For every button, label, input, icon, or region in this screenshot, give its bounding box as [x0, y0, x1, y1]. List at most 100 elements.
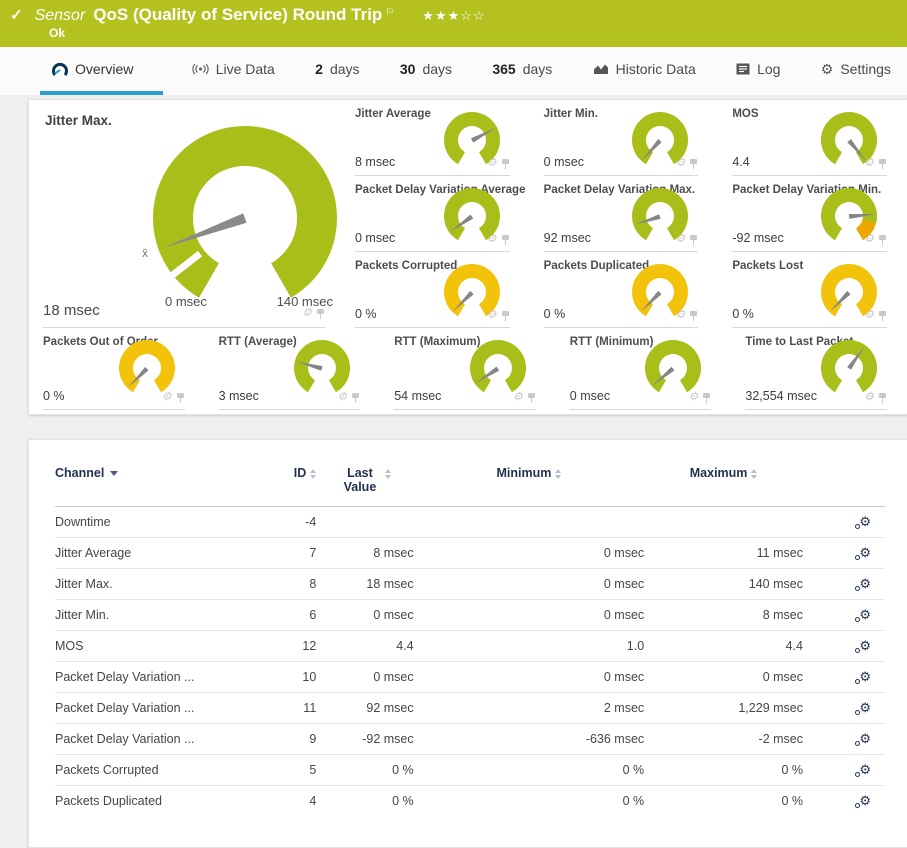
gauge-settings-gear-icon[interactable]: ⚙	[513, 392, 523, 403]
gauge-settings-gear-icon[interactable]: ⚙	[337, 392, 347, 403]
tab-settings[interactable]: ⚙ Settings	[809, 47, 903, 95]
gauge-value: 0 msec	[570, 389, 610, 403]
gauge-settings-gear-icon[interactable]: ⚙	[864, 392, 874, 403]
gauge-value: 18 msec	[43, 302, 100, 319]
gauge-cell-time-to-last-packet: Time to Last Packet 32,554 msec ⚙	[731, 328, 907, 410]
sort-icon	[751, 469, 757, 479]
pushpin-icon[interactable]	[878, 158, 887, 169]
gauge-settings-gear-icon[interactable]: ⚙	[675, 158, 685, 169]
pushpin-icon[interactable]	[176, 392, 185, 403]
pushpin-icon[interactable]	[878, 392, 887, 403]
table-row-packets-corrupted: Packets Corrupted 5 0 % 0 % 0 % ⚙	[55, 755, 885, 786]
channel-name[interactable]: Jitter Min.	[55, 600, 245, 631]
gauge-settings-gear-icon[interactable]: ⚙	[302, 308, 312, 319]
gauge-title: Packets Lost	[718, 252, 907, 272]
tab-log[interactable]: Log	[724, 47, 792, 95]
channel-settings-icon[interactable]: ⚙	[859, 731, 871, 747]
column-header-label: ID	[294, 466, 307, 480]
channel-name[interactable]: Jitter Max.	[55, 569, 245, 600]
channel-settings-icon[interactable]: ⚙	[859, 793, 871, 809]
flag-icon[interactable]: ⚐	[385, 7, 394, 18]
gauge-cell-mos: MOS 4.4 ⚙	[718, 100, 907, 176]
gauge-settings-gear-icon[interactable]: ⚙	[864, 158, 874, 169]
gauge-title: Jitter Min.	[530, 100, 719, 120]
column-header-last-value[interactable]: Last Value	[316, 454, 413, 507]
column-header-minimum[interactable]: Minimum	[414, 454, 645, 507]
tab-live-data[interactable]: Live Data	[180, 47, 287, 95]
gauge-value: 3 msec	[219, 389, 259, 403]
channel-table-panel: Channel ID Last Value Minimum Maximum	[28, 439, 907, 848]
gauge-cell-jitter-min: Jitter Min. 0 msec ⚙	[530, 100, 719, 176]
gauge-value: 8 msec	[355, 155, 395, 169]
gauge-settings-gear-icon[interactable]: ⚙	[162, 392, 172, 403]
table-row-jitter-max: Jitter Max. 8 18 msec 0 msec 140 msec ⚙	[55, 569, 885, 600]
channel-name[interactable]: Packets Duplicated	[55, 786, 245, 817]
pushpin-icon[interactable]	[689, 234, 698, 245]
pushpin-icon[interactable]	[689, 310, 698, 321]
channel-id: 11	[245, 693, 317, 724]
channel-minimum: 0 msec	[414, 538, 645, 569]
channel-settings-icon[interactable]: ⚙	[859, 607, 871, 623]
channel-settings-icon[interactable]: ⚙	[859, 700, 871, 716]
pushpin-icon[interactable]	[351, 392, 360, 403]
broadcast-icon	[192, 63, 209, 75]
gauge-settings-gear-icon[interactable]: ⚙	[487, 234, 497, 245]
tab-bar: Overview Live Data 2 days 30 days 365 da…	[0, 47, 907, 95]
channel-name[interactable]: Packet Delay Variation ...	[55, 693, 245, 724]
gauge-title: Packet Delay Variation Min.	[718, 176, 907, 196]
tab-overview[interactable]: Overview	[40, 47, 163, 95]
channel-name[interactable]: Packets Corrupted	[55, 755, 245, 786]
pushpin-icon[interactable]	[316, 308, 325, 319]
gauge-hole	[484, 354, 512, 382]
pushpin-icon[interactable]	[878, 234, 887, 245]
gauge-settings-gear-icon[interactable]: ⚙	[487, 158, 497, 169]
tab-30-days[interactable]: 30 days	[388, 47, 464, 95]
pushpin-icon[interactable]	[878, 310, 887, 321]
tab-label: Live Data	[216, 61, 275, 77]
pushpin-icon[interactable]	[501, 234, 510, 245]
gauge-settings-gear-icon[interactable]: ⚙	[675, 234, 685, 245]
tab-365-days[interactable]: 365 days	[480, 47, 564, 95]
pushpin-icon[interactable]	[501, 158, 510, 169]
tab-2-days[interactable]: 2 days	[303, 47, 371, 95]
gauge-title: Jitter Max.	[29, 100, 341, 128]
status-badge: Ok	[49, 26, 897, 40]
pushpin-icon[interactable]	[702, 392, 711, 403]
table-row-pdv-min: Packet Delay Variation ... 9 -92 msec -6…	[55, 724, 885, 755]
channel-settings-icon[interactable]: ⚙	[859, 762, 871, 778]
channel-maximum: 0 %	[644, 786, 803, 817]
channel-maximum: 11 msec	[644, 538, 803, 569]
channel-name[interactable]: MOS	[55, 631, 245, 662]
gauge	[821, 340, 877, 396]
channel-settings-icon[interactable]: ⚙	[859, 576, 871, 592]
channel-settings-icon[interactable]: ⚙	[859, 669, 871, 685]
gear-icon: ⚙	[821, 61, 834, 78]
gauge-settings-gear-icon[interactable]: ⚙	[864, 234, 874, 245]
pushpin-icon[interactable]	[689, 158, 698, 169]
gauge-settings-gear-icon[interactable]: ⚙	[487, 310, 497, 321]
channel-settings-icon[interactable]: ⚙	[859, 638, 871, 654]
channel-id: 7	[245, 538, 317, 569]
gauge-hole	[308, 354, 336, 382]
pushpin-icon[interactable]	[527, 392, 536, 403]
column-header-settings	[803, 454, 885, 507]
channel-settings-icon[interactable]: ⚙	[859, 545, 871, 561]
gauge-settings-gear-icon[interactable]: ⚙	[689, 392, 699, 403]
priority-stars[interactable]: ★★★☆☆	[422, 8, 485, 24]
column-header-id[interactable]: ID	[245, 454, 317, 507]
tab-historic-data[interactable]: Historic Data	[581, 47, 708, 95]
channel-name[interactable]: Downtime	[55, 507, 245, 538]
channel-name[interactable]: Jitter Average	[55, 538, 245, 569]
gauge-value: 0 msec	[355, 231, 395, 245]
gauge-settings-gear-icon[interactable]: ⚙	[864, 310, 874, 321]
channel-minimum: 0 msec	[414, 662, 645, 693]
gauge-cell-pdv-max: Packet Delay Variation Max. 92 msec ⚙	[530, 176, 719, 252]
channel-name[interactable]: Packet Delay Variation ...	[55, 724, 245, 755]
channel-settings-icon[interactable]: ⚙	[859, 514, 871, 530]
pushpin-icon[interactable]	[501, 310, 510, 321]
column-header-maximum[interactable]: Maximum	[644, 454, 803, 507]
channel-minimum: 0 msec	[414, 600, 645, 631]
channel-name[interactable]: Packet Delay Variation ...	[55, 662, 245, 693]
gauge-settings-gear-icon[interactable]: ⚙	[675, 310, 685, 321]
column-header-channel[interactable]: Channel	[55, 454, 245, 507]
